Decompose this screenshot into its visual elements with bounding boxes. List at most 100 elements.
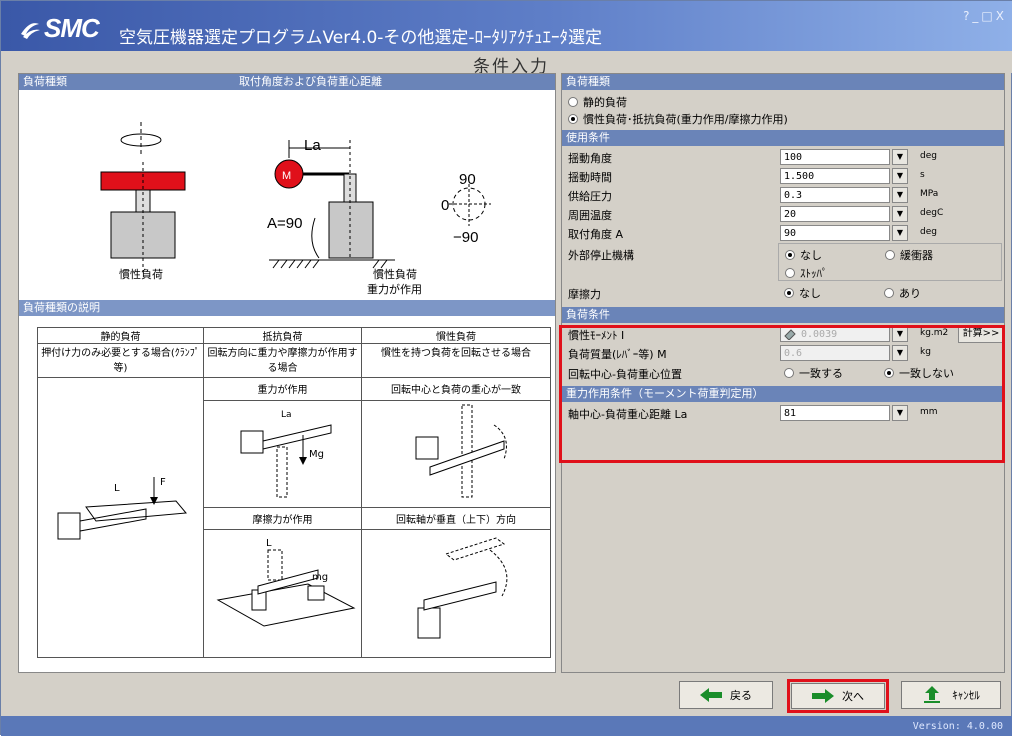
diagram-label-m: M — [282, 170, 291, 182]
stop-none-option[interactable]: なし — [785, 246, 822, 263]
desc-static: 押付け力のみ必要とする場合(ｸﾗﾝﾌﾟ等) — [37, 343, 204, 378]
cancel-label: ｷｬﾝｾﾙ — [952, 689, 980, 702]
radio-inertia[interactable] — [568, 113, 578, 124]
static-load-illustration: L F — [57, 477, 187, 540]
use-condition-form: 揺動角度 100 ▼ deg 揺動時間 1.500 ▼ s 供給圧力 0.3 ▼… — [562, 146, 1004, 303]
caption-inertia-2: 慣性負荷 — [373, 267, 417, 281]
window-controls[interactable]: ?_□X — [963, 9, 1007, 23]
label-l: L — [114, 483, 120, 494]
friction-none-label: なし — [799, 286, 821, 300]
label-f: F — [160, 477, 166, 488]
row-mount-angle: 取付角度 A 90 ▼ deg — [562, 224, 1004, 243]
brand-name: SMC — [44, 13, 100, 43]
swing-angle-unit: deg — [920, 151, 937, 161]
sub-gravity: 重力が作用 — [203, 377, 362, 401]
supply-pressure-input[interactable]: 0.3 — [780, 187, 890, 203]
next-label: 次へ — [842, 690, 864, 703]
header-load-type: 負荷種類 — [23, 75, 67, 88]
friction-yes-option[interactable]: あり — [884, 284, 921, 301]
radio-friction-none[interactable] — [784, 287, 794, 298]
cancel-button[interactable]: ｷｬﾝｾﾙ — [901, 681, 1001, 709]
label-l2: L — [266, 538, 272, 549]
back-label: 戻る — [730, 689, 752, 702]
vertical-illustration-cell — [361, 529, 551, 658]
load-type-inertia-option[interactable]: 慣性負荷･抵抗負荷(重力作用/摩擦力作用) — [568, 110, 998, 127]
swing-angle-label: 揺動角度 — [568, 152, 612, 165]
caption-gravity: 重力が作用 — [367, 282, 422, 296]
mount-angle-input[interactable]: 90 — [780, 225, 890, 241]
friction-illustration: L mg — [216, 538, 355, 627]
rotation-arrow-icon — [120, 122, 162, 156]
label-la: La — [281, 410, 292, 420]
compass-label-0: 0 — [441, 197, 449, 214]
radio-static[interactable] — [568, 96, 578, 107]
load-type-static-option[interactable]: 静的負荷 — [568, 93, 998, 110]
radio-stop-stopper[interactable] — [785, 267, 795, 278]
friction-yes-label: あり — [899, 286, 921, 300]
radio-friction-yes[interactable] — [884, 287, 894, 298]
swing-time-label: 揺動時間 — [568, 171, 612, 184]
page-subtitle-bar: 条件入力 — [1, 51, 1012, 77]
friction-illustration-cell: L mg — [203, 529, 362, 658]
external-stop-label: 外部停止機構 — [568, 249, 634, 262]
row-swing-angle: 揺動角度 100 ▼ deg — [562, 148, 1004, 167]
exit-arrow-icon — [924, 686, 941, 703]
load-type-header: 負荷種類 — [562, 74, 1004, 90]
back-button[interactable]: 戻る — [679, 681, 773, 709]
row-friction: 摩擦力 なし あり — [562, 283, 1004, 303]
chevron-down-icon[interactable]: ▼ — [892, 187, 908, 203]
explain-header: 負荷種類の説明 — [19, 300, 555, 316]
sub-friction: 摩擦力が作用 — [203, 506, 362, 531]
col-static: 静的負荷 — [37, 327, 204, 344]
desc-inertia: 慣性を持つ負荷を回転させる場合 — [361, 343, 551, 378]
stop-none-label: なし — [800, 248, 822, 262]
stop-stopper-option[interactable]: ｽﾄｯﾊﾟ — [785, 264, 828, 281]
row-ambient-temp: 周囲温度 20 ▼ degC — [562, 205, 1004, 224]
chevron-down-icon[interactable]: ▼ — [892, 168, 908, 184]
stop-damper-option[interactable]: 緩衝器 — [885, 246, 933, 263]
angle-compass-icon — [449, 184, 491, 226]
arrow-right-icon — [812, 689, 834, 703]
supply-pressure-unit: MPa — [920, 189, 939, 199]
mount-angle-label: 取付角度 A — [568, 228, 624, 241]
ambient-temp-input[interactable]: 20 — [780, 206, 890, 222]
center-illustration — [415, 404, 507, 498]
load-type-table: 静的負荷 抵抗負荷 慣性負荷 押付け力のみ必要とする場合(ｸﾗﾝﾌﾟ等) 回転方… — [37, 327, 551, 658]
radio-stop-damper[interactable] — [885, 249, 895, 260]
gravity-illustration: La Mg — [240, 410, 331, 498]
title-bar: SMC 空気圧機器選定プログラムVer4.0-その他選定-ﾛｰﾀﾘｱｸﾁｭｴｰﾀ… — [1, 1, 1012, 51]
load-diagram: La M A=90 90 0 −90 慣性負荷 慣性負荷 重力が作用 — [100, 122, 491, 296]
load-type-group: 静的負荷 慣性負荷･抵抗負荷(重力作用/摩擦力作用) — [562, 90, 1004, 130]
row-supply-pressure: 供給圧力 0.3 ▼ MPa — [562, 186, 1004, 205]
vertical-illustration — [417, 537, 508, 639]
chevron-down-icon[interactable]: ▼ — [892, 149, 908, 165]
friction-none-option[interactable]: なし — [784, 284, 821, 301]
chevron-down-icon[interactable]: ▼ — [892, 206, 908, 222]
smc-logo-mark-icon — [21, 23, 40, 39]
stop-stopper-label: ｽﾄｯﾊﾟ — [800, 266, 828, 280]
swing-angle-input[interactable]: 100 — [780, 149, 890, 165]
highlight-box — [559, 325, 1005, 463]
external-stop-group: なし 緩衝器 ｽﾄｯﾊﾟ — [778, 243, 1002, 281]
row-swing-time: 揺動時間 1.500 ▼ s — [562, 167, 1004, 186]
desc-resistance: 回転方向に重力や摩擦力が作用する場合 — [203, 343, 362, 378]
gravity-illustration-cell: La Mg — [203, 399, 362, 508]
app-window: SMC 空気圧機器選定プログラムVer4.0-その他選定-ﾛｰﾀﾘｱｸﾁｭｴｰﾀ… — [0, 0, 1012, 736]
compass-label-neg90: −90 — [453, 229, 478, 246]
row-external-stop: 外部停止機構 なし 緩衝器 ｽﾄｯﾊﾟ — [562, 243, 1004, 283]
static-illustration-cell: L F — [37, 377, 204, 658]
swing-time-input[interactable]: 1.500 — [780, 168, 890, 184]
load-type-static-label: 静的負荷 — [583, 95, 627, 109]
use-condition-header: 使用条件 — [562, 130, 1004, 146]
ambient-temp-label: 周囲温度 — [568, 209, 612, 222]
friction-label: 摩擦力 — [568, 288, 601, 301]
center-illustration-cell — [361, 399, 551, 508]
swing-time-unit: s — [920, 170, 925, 180]
load-type-inertia-label: 慣性負荷･抵抗負荷(重力作用/摩擦力作用) — [583, 112, 788, 126]
col-inertia: 慣性負荷 — [361, 327, 551, 344]
sub-center: 回転中心と負荷の重心が一致 — [361, 377, 551, 401]
chevron-down-icon[interactable]: ▼ — [892, 225, 908, 241]
window-title: 空気圧機器選定プログラムVer4.0-その他選定-ﾛｰﾀﾘｱｸﾁｭｴｰﾀ選定 — [119, 28, 603, 48]
next-button[interactable]: 次へ — [791, 683, 885, 709]
radio-stop-none[interactable] — [785, 249, 795, 260]
